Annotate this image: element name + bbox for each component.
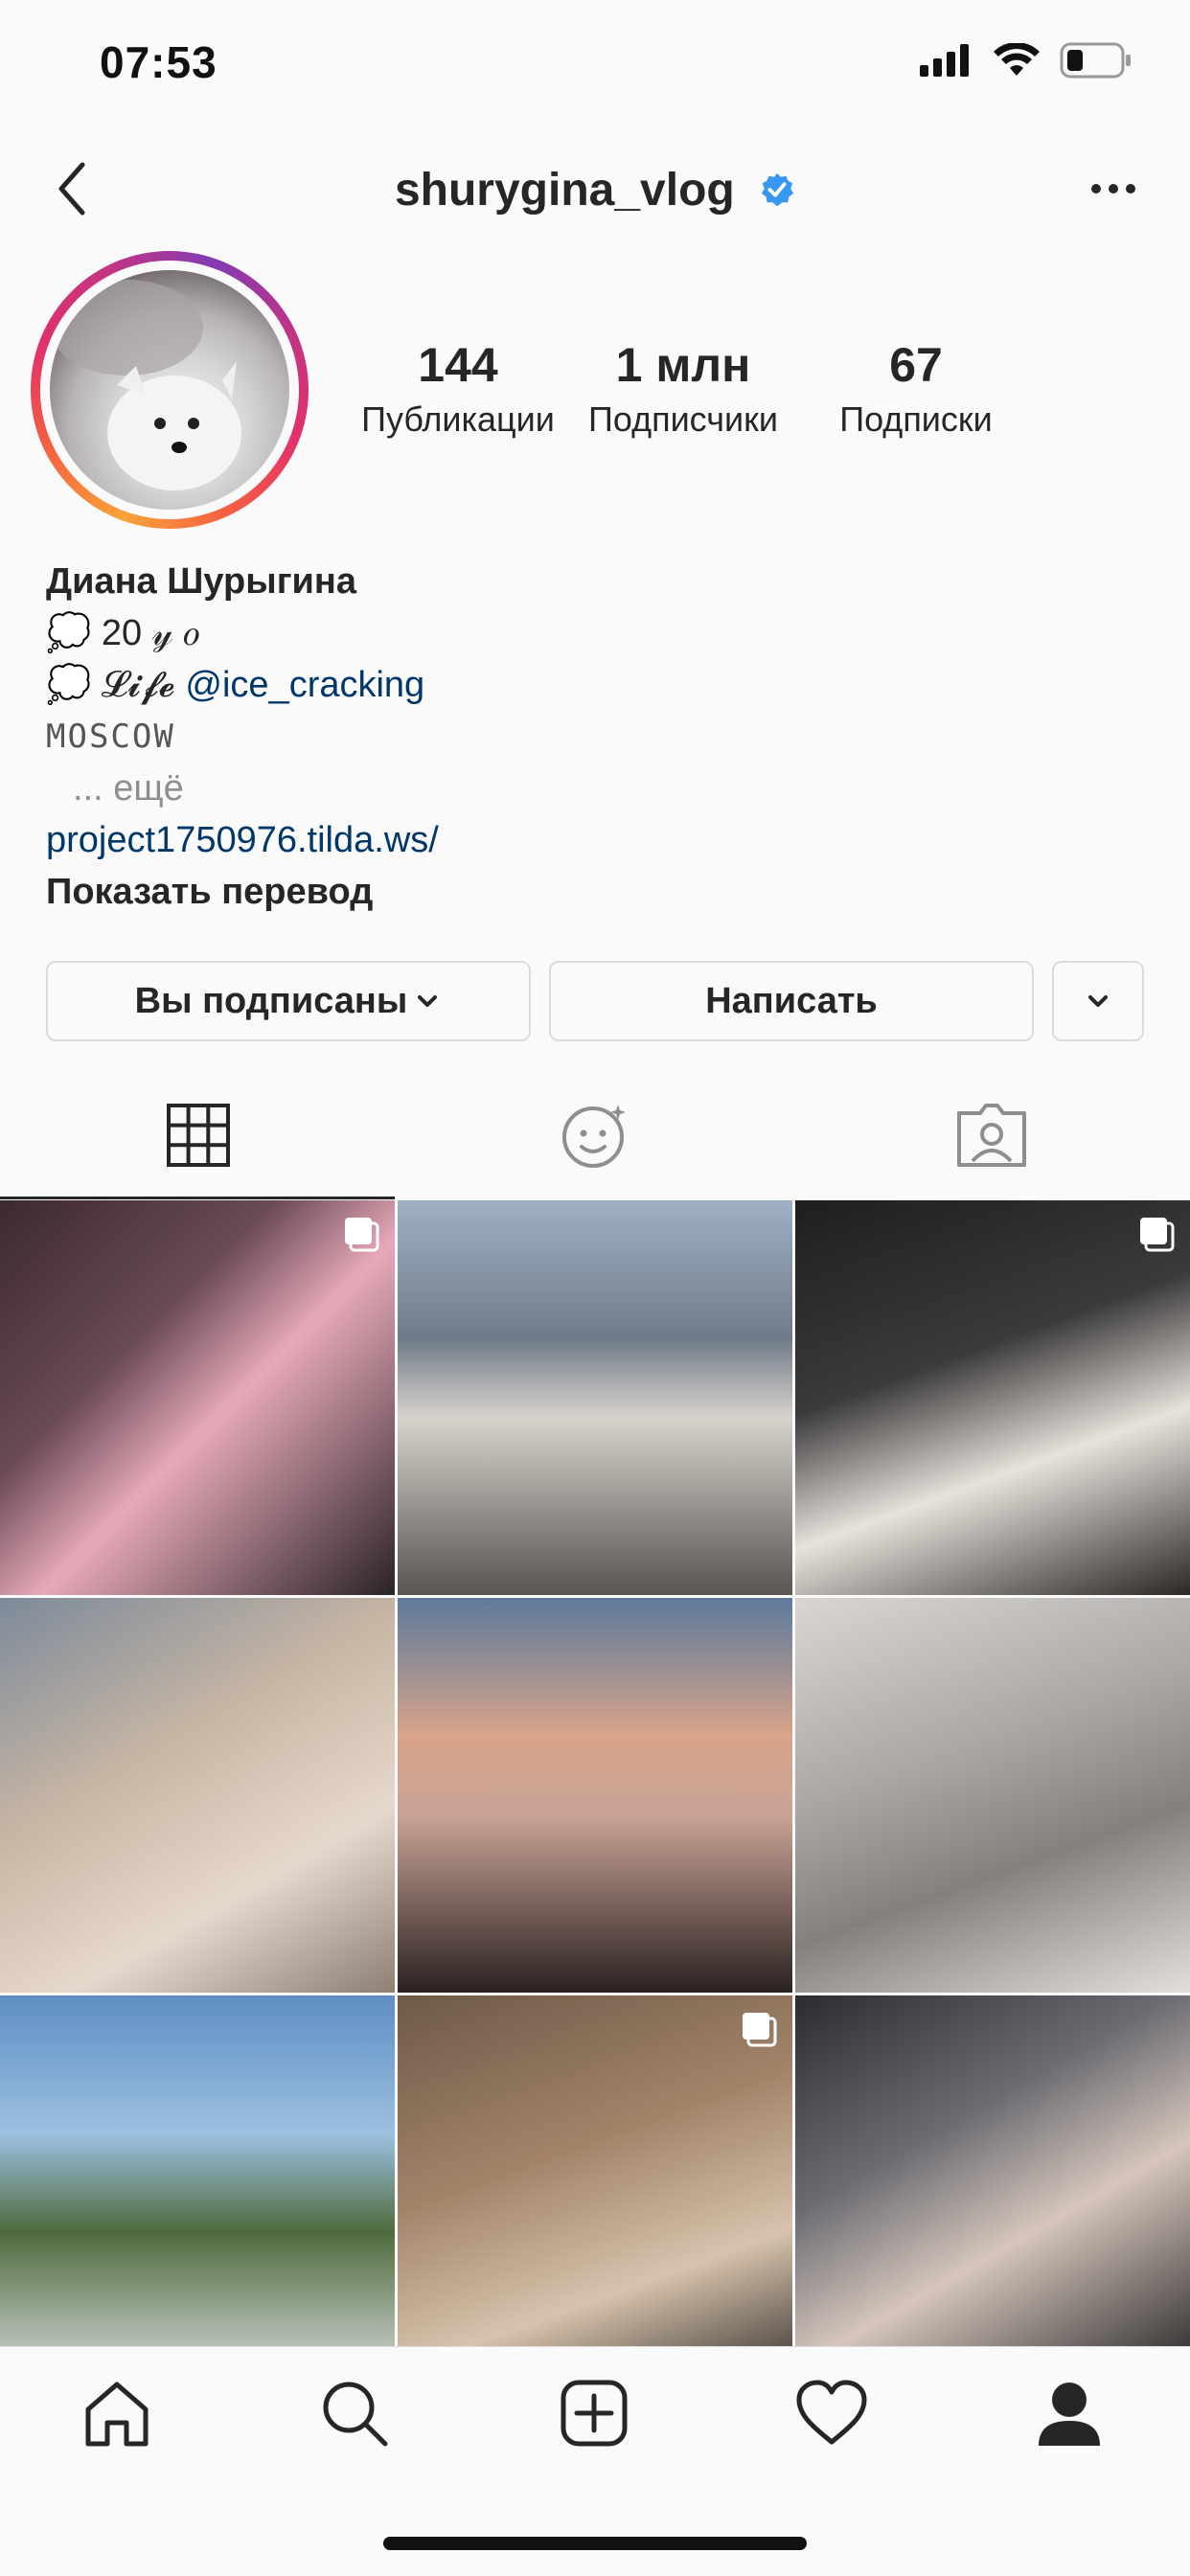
- active-tab-indicator: [0, 1197, 395, 1199]
- message-button[interactable]: Написать: [549, 961, 1034, 1041]
- stat-following-value: 67: [889, 338, 943, 392]
- post-thumbnail[interactable]: [795, 1200, 1190, 1595]
- post-thumbnail[interactable]: [0, 1200, 395, 1595]
- bio-age-text: 20 𝓎 𝑜: [101, 613, 199, 653]
- home-indicator: [383, 2537, 807, 2550]
- status-time: 07:53: [100, 37, 217, 87]
- chevron-down-icon: [418, 995, 438, 1007]
- bio-line-age: 💭 20 𝓎 𝑜: [46, 607, 1148, 659]
- thought-bubble-emoji: 💭: [46, 613, 92, 653]
- post-thumbnail[interactable]: [795, 1995, 1190, 2346]
- stat-posts-label: Публикации: [361, 399, 555, 439]
- profile-bio: Диана Шурыгина 💭 20 𝓎 𝑜 💭 𝓛𝓲𝓯𝓮 @ice_crac…: [46, 556, 1148, 918]
- stat-followers-value: 1 млн: [615, 338, 751, 392]
- bio-city: MOSCOW: [46, 718, 175, 756]
- post-thumbnail[interactable]: [398, 1200, 792, 1595]
- message-button-label: Написать: [705, 980, 878, 1021]
- stat-posts-value: 144: [418, 338, 498, 392]
- following-button[interactable]: Вы подписаны: [46, 961, 531, 1041]
- more-options-button[interactable]: [1085, 165, 1142, 213]
- avatar-illustration: [50, 280, 241, 490]
- cellular-signal-icon: [920, 44, 969, 77]
- nav-new-post[interactable]: [546, 2370, 642, 2456]
- suggestions-toggle-button[interactable]: [1052, 961, 1144, 1041]
- header-username: shurygina_vlog: [0, 161, 1190, 217]
- profile-icon: [1039, 2382, 1100, 2446]
- tab-tagged[interactable]: [793, 1071, 1190, 1199]
- battery-icon: [1060, 42, 1131, 79]
- profile-full-name: Диана Шурыгина: [46, 561, 356, 602]
- post-thumbnail[interactable]: [398, 1598, 792, 1993]
- nav-profile[interactable]: [1021, 2370, 1117, 2456]
- carousel-icon: [1140, 1218, 1175, 1252]
- post-thumbnail[interactable]: [795, 1598, 1190, 1993]
- status-icons: [920, 42, 1133, 79]
- post-thumbnail[interactable]: [0, 1995, 395, 2346]
- bio-website-link[interactable]: project1750976.tilda.ws/: [46, 814, 1148, 866]
- avatar-photo: [50, 270, 289, 510]
- carousel-icon: [743, 2013, 777, 2047]
- posts-grid: [0, 1200, 1190, 2346]
- tagged-user-icon: [957, 1104, 1026, 1167]
- more-horizontal-icon: [1091, 184, 1135, 194]
- chevron-down-icon: [1088, 995, 1108, 1007]
- home-icon: [85, 2382, 149, 2447]
- username-label: shurygina_vlog: [394, 164, 735, 216]
- new-post-icon: [561, 2380, 628, 2447]
- activity-heart-icon: [796, 2380, 867, 2445]
- tagged-effects-icon: [562, 1105, 626, 1168]
- nav-activity[interactable]: [784, 2370, 880, 2456]
- carousel-icon: [345, 1218, 379, 1252]
- nav-home[interactable]: [69, 2370, 165, 2456]
- stat-followers[interactable]: 1 млн Подписчики: [578, 337, 789, 443]
- post-thumbnail[interactable]: [0, 1598, 395, 1993]
- stat-posts[interactable]: 144 Публикации: [353, 337, 563, 443]
- post-thumbnail[interactable]: [398, 1995, 792, 2346]
- grid-icon: [167, 1104, 230, 1167]
- bio-life-text: 𝓛𝓲𝓯𝓮: [101, 665, 175, 705]
- nav-search[interactable]: [307, 2370, 402, 2456]
- stat-following-label: Подписки: [839, 399, 993, 439]
- following-button-label: Вы подписаны: [134, 980, 408, 1021]
- bio-more-link[interactable]: ... ещё: [46, 763, 1148, 814]
- bio-line-life: 💭 𝓛𝓲𝓯𝓮 @ice_cracking: [46, 659, 1148, 711]
- tab-effects[interactable]: [397, 1071, 793, 1199]
- thought-bubble-emoji: 💭: [46, 665, 92, 705]
- wifi-icon: [994, 43, 1040, 76]
- profile-avatar[interactable]: [31, 251, 309, 529]
- stat-following[interactable]: 67 Подписки: [811, 337, 1021, 443]
- bio-mention-link[interactable]: @ice_cracking: [185, 665, 424, 705]
- stat-followers-label: Подписчики: [587, 399, 779, 439]
- tab-posts-grid[interactable]: [0, 1071, 397, 1199]
- search-icon: [323, 2382, 388, 2447]
- show-translation-link[interactable]: Показать перевод: [46, 866, 1148, 918]
- verified-badge-icon: [761, 173, 794, 207]
